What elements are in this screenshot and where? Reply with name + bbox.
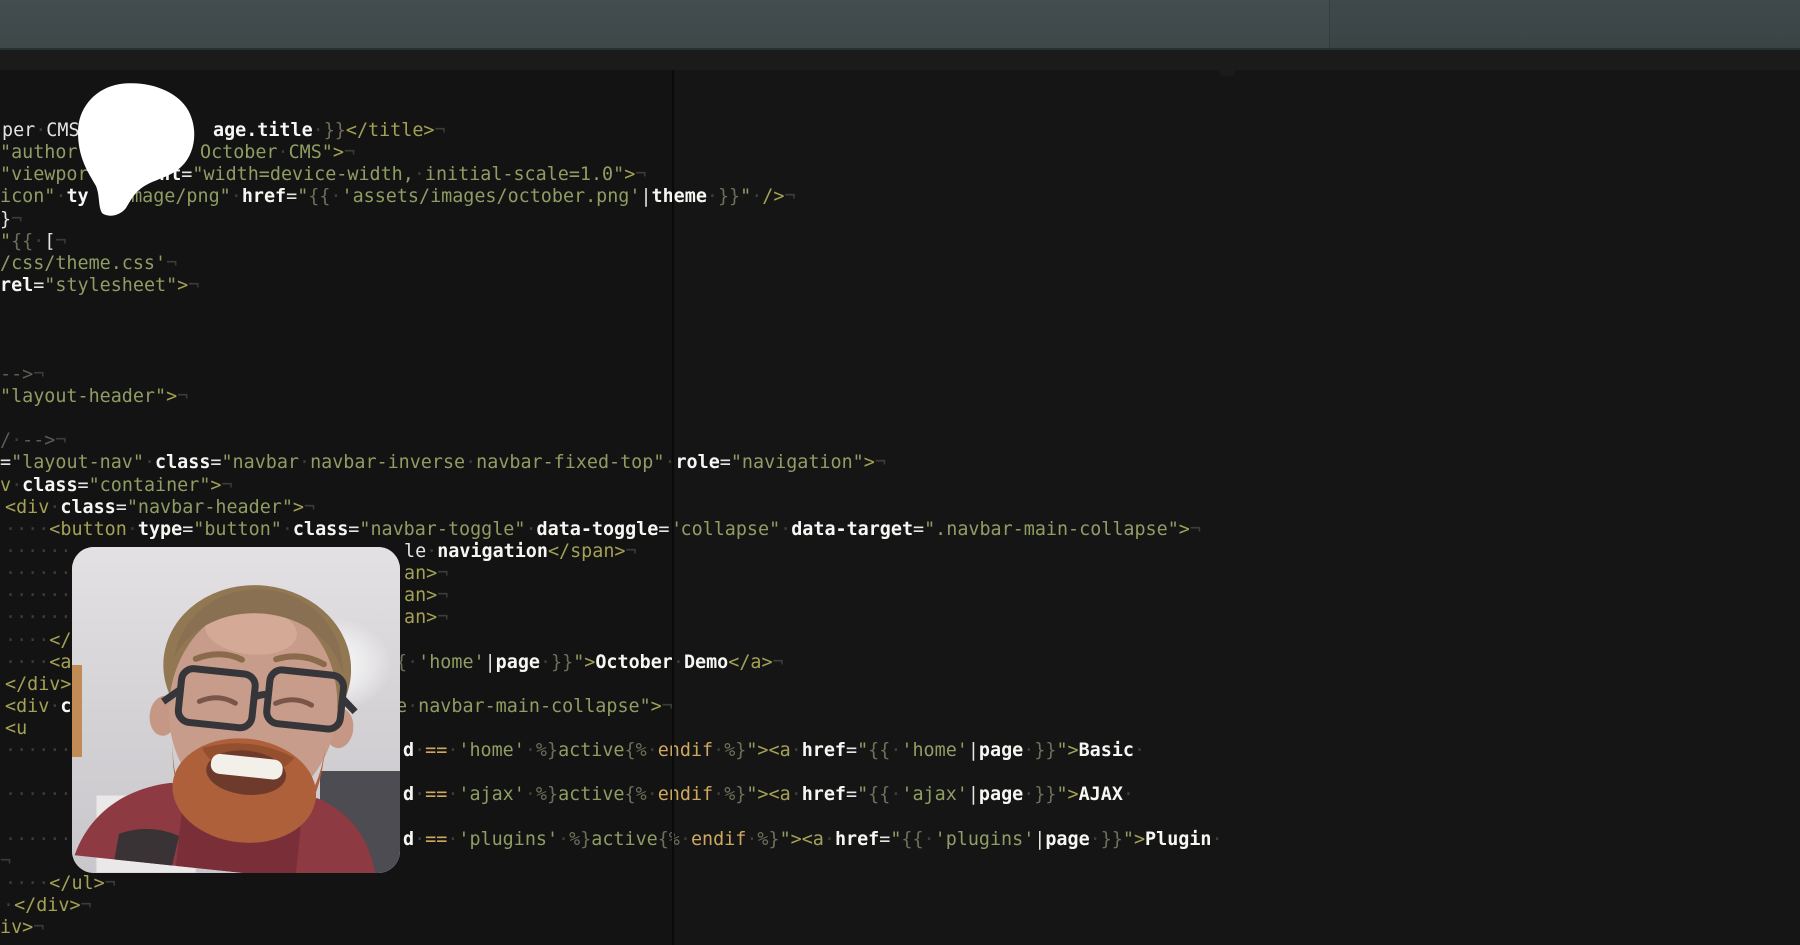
code-line[interactable]: <div·class="navbar-header">¬	[0, 496, 1800, 519]
column-ruler-guide	[672, 70, 674, 945]
wood-cabinet-edge	[72, 665, 82, 757]
code-line[interactable]: }¬	[0, 208, 1800, 231]
code-line[interactable]: -->¬	[0, 363, 1800, 386]
blob-shape	[77, 82, 213, 218]
code-line[interactable]: per·CMSage.title·}}</title>¬	[0, 119, 1800, 142]
code-line[interactable]: /css/theme.css'¬	[0, 252, 1800, 275]
white-blob-overlay	[77, 82, 213, 218]
presenter-webcam-overlay	[72, 547, 400, 873]
webcam-illustration	[72, 547, 400, 873]
code-line[interactable]: ····</ul>¬	[0, 872, 1800, 895]
title-bar	[0, 0, 1800, 50]
code-line[interactable]: ="layout-nav"·class="navbar·navbar-inver…	[0, 451, 1800, 474]
code-line[interactable]: ·</div>¬	[0, 894, 1800, 917]
tab-strip-notch	[1219, 70, 1235, 76]
code-line[interactable]: "{{·[¬	[0, 230, 1800, 253]
title-bar-seam	[1329, 0, 1800, 48]
code-line[interactable]: "layout-header">¬	[0, 385, 1800, 408]
glasses-bridge	[254, 693, 268, 698]
code-line[interactable]: v·class="container">¬	[0, 474, 1800, 497]
code-line[interactable]: "author"October·CMS">¬	[0, 141, 1800, 164]
code-line[interactable]: /·-->¬	[0, 429, 1800, 452]
code-line[interactable]: "viewportent="width=device-width,·initia…	[0, 163, 1800, 186]
editor-screen: per·CMSage.title·}}</title>¬"author"Octo…	[0, 0, 1800, 945]
tab-strip	[0, 50, 1800, 70]
code-line[interactable]: icon"·tyimage/png"·href="{{·'assets/imag…	[0, 185, 1800, 208]
code-line[interactable]: rel="stylesheet">¬	[0, 274, 1800, 297]
code-line[interactable]: iv>¬	[0, 916, 1800, 939]
code-line[interactable]: ····<button·type="button"·class="navbar-…	[0, 518, 1800, 541]
